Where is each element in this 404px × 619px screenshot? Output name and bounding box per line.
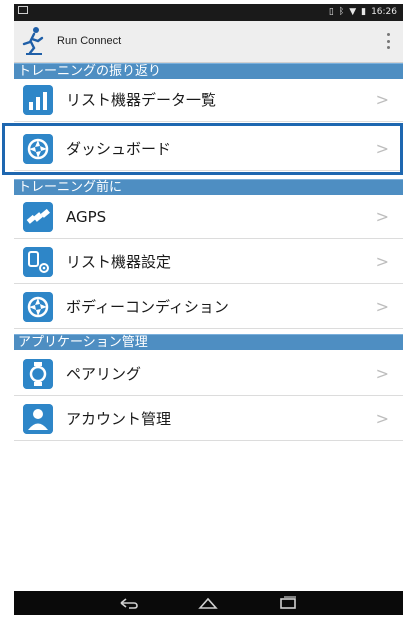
device-screen: ▯ ᛒ ▼ ▮ 16:26 Run Connect トレーニングの振り返り リス…: [2, 4, 403, 615]
chevron-right-icon: >: [375, 364, 389, 383]
menu-item-label: ダッシュボード: [66, 140, 172, 158]
user-icon: [23, 404, 53, 434]
menu-item-label: リスト機器データ一覧: [66, 91, 217, 109]
runner-logo-icon: [22, 27, 44, 55]
section-header-before-training: トレーニング前に: [14, 179, 403, 195]
recent-apps-icon[interactable]: [277, 595, 299, 611]
overflow-menu-icon[interactable]: [387, 33, 391, 49]
menu-item-pairing[interactable]: ペアリング >: [14, 353, 403, 396]
status-time: 16:26: [371, 7, 397, 17]
watch-icon: [23, 359, 53, 389]
notification-icon: [18, 6, 28, 14]
status-bar: ▯ ᛒ ▼ ▮ 16:26: [14, 4, 403, 21]
satellite-icon: [23, 202, 53, 232]
menu-item-label: ボディーコンディション: [66, 298, 229, 316]
chevron-right-icon: >: [375, 207, 389, 226]
chevron-right-icon: >: [375, 90, 389, 109]
menu-item-body-condition[interactable]: ボディーコンディション >: [14, 286, 403, 329]
chevron-right-icon: >: [375, 297, 389, 316]
section-header-training-review: トレーニングの振り返り: [14, 63, 403, 79]
status-icons: ▯ ᛒ ▼ ▮ 16:26: [329, 6, 397, 18]
chevron-right-icon: >: [375, 409, 389, 428]
menu-item-dashboard[interactable]: ダッシュボード >: [14, 128, 403, 171]
section-header-app-management: アプリケーション管理: [14, 334, 403, 350]
menu-item-account[interactable]: アカウント管理 >: [14, 398, 403, 441]
action-bar: Run Connect: [14, 21, 403, 63]
vibrate-icon: ▯: [328, 7, 334, 17]
home-icon[interactable]: [197, 595, 219, 611]
navigation-bar: [14, 591, 403, 615]
dashboard-icon: [23, 134, 53, 164]
chevron-right-icon: >: [375, 139, 389, 158]
body-condition-icon: [23, 292, 53, 322]
battery-icon: ▮: [361, 7, 367, 17]
menu-item-watch-data-list[interactable]: リスト機器データ一覧 >: [14, 79, 403, 122]
menu-item-label: AGPS: [66, 208, 107, 226]
menu-item-agps[interactable]: AGPS >: [14, 196, 403, 239]
watch-settings-icon: [23, 247, 53, 277]
back-icon[interactable]: [117, 595, 139, 611]
menu-item-watch-settings[interactable]: リスト機器設定 >: [14, 241, 403, 284]
app-title: Run Connect: [57, 35, 122, 47]
menu-item-label: ペアリング: [66, 365, 142, 383]
menu-item-label: リスト機器設定: [66, 253, 172, 271]
bar-chart-icon: [23, 85, 53, 115]
menu-item-label: アカウント管理: [66, 410, 172, 428]
wifi-icon: ▼: [349, 7, 357, 17]
chevron-right-icon: >: [375, 252, 389, 271]
bluetooth-icon: ᛒ: [338, 7, 345, 17]
